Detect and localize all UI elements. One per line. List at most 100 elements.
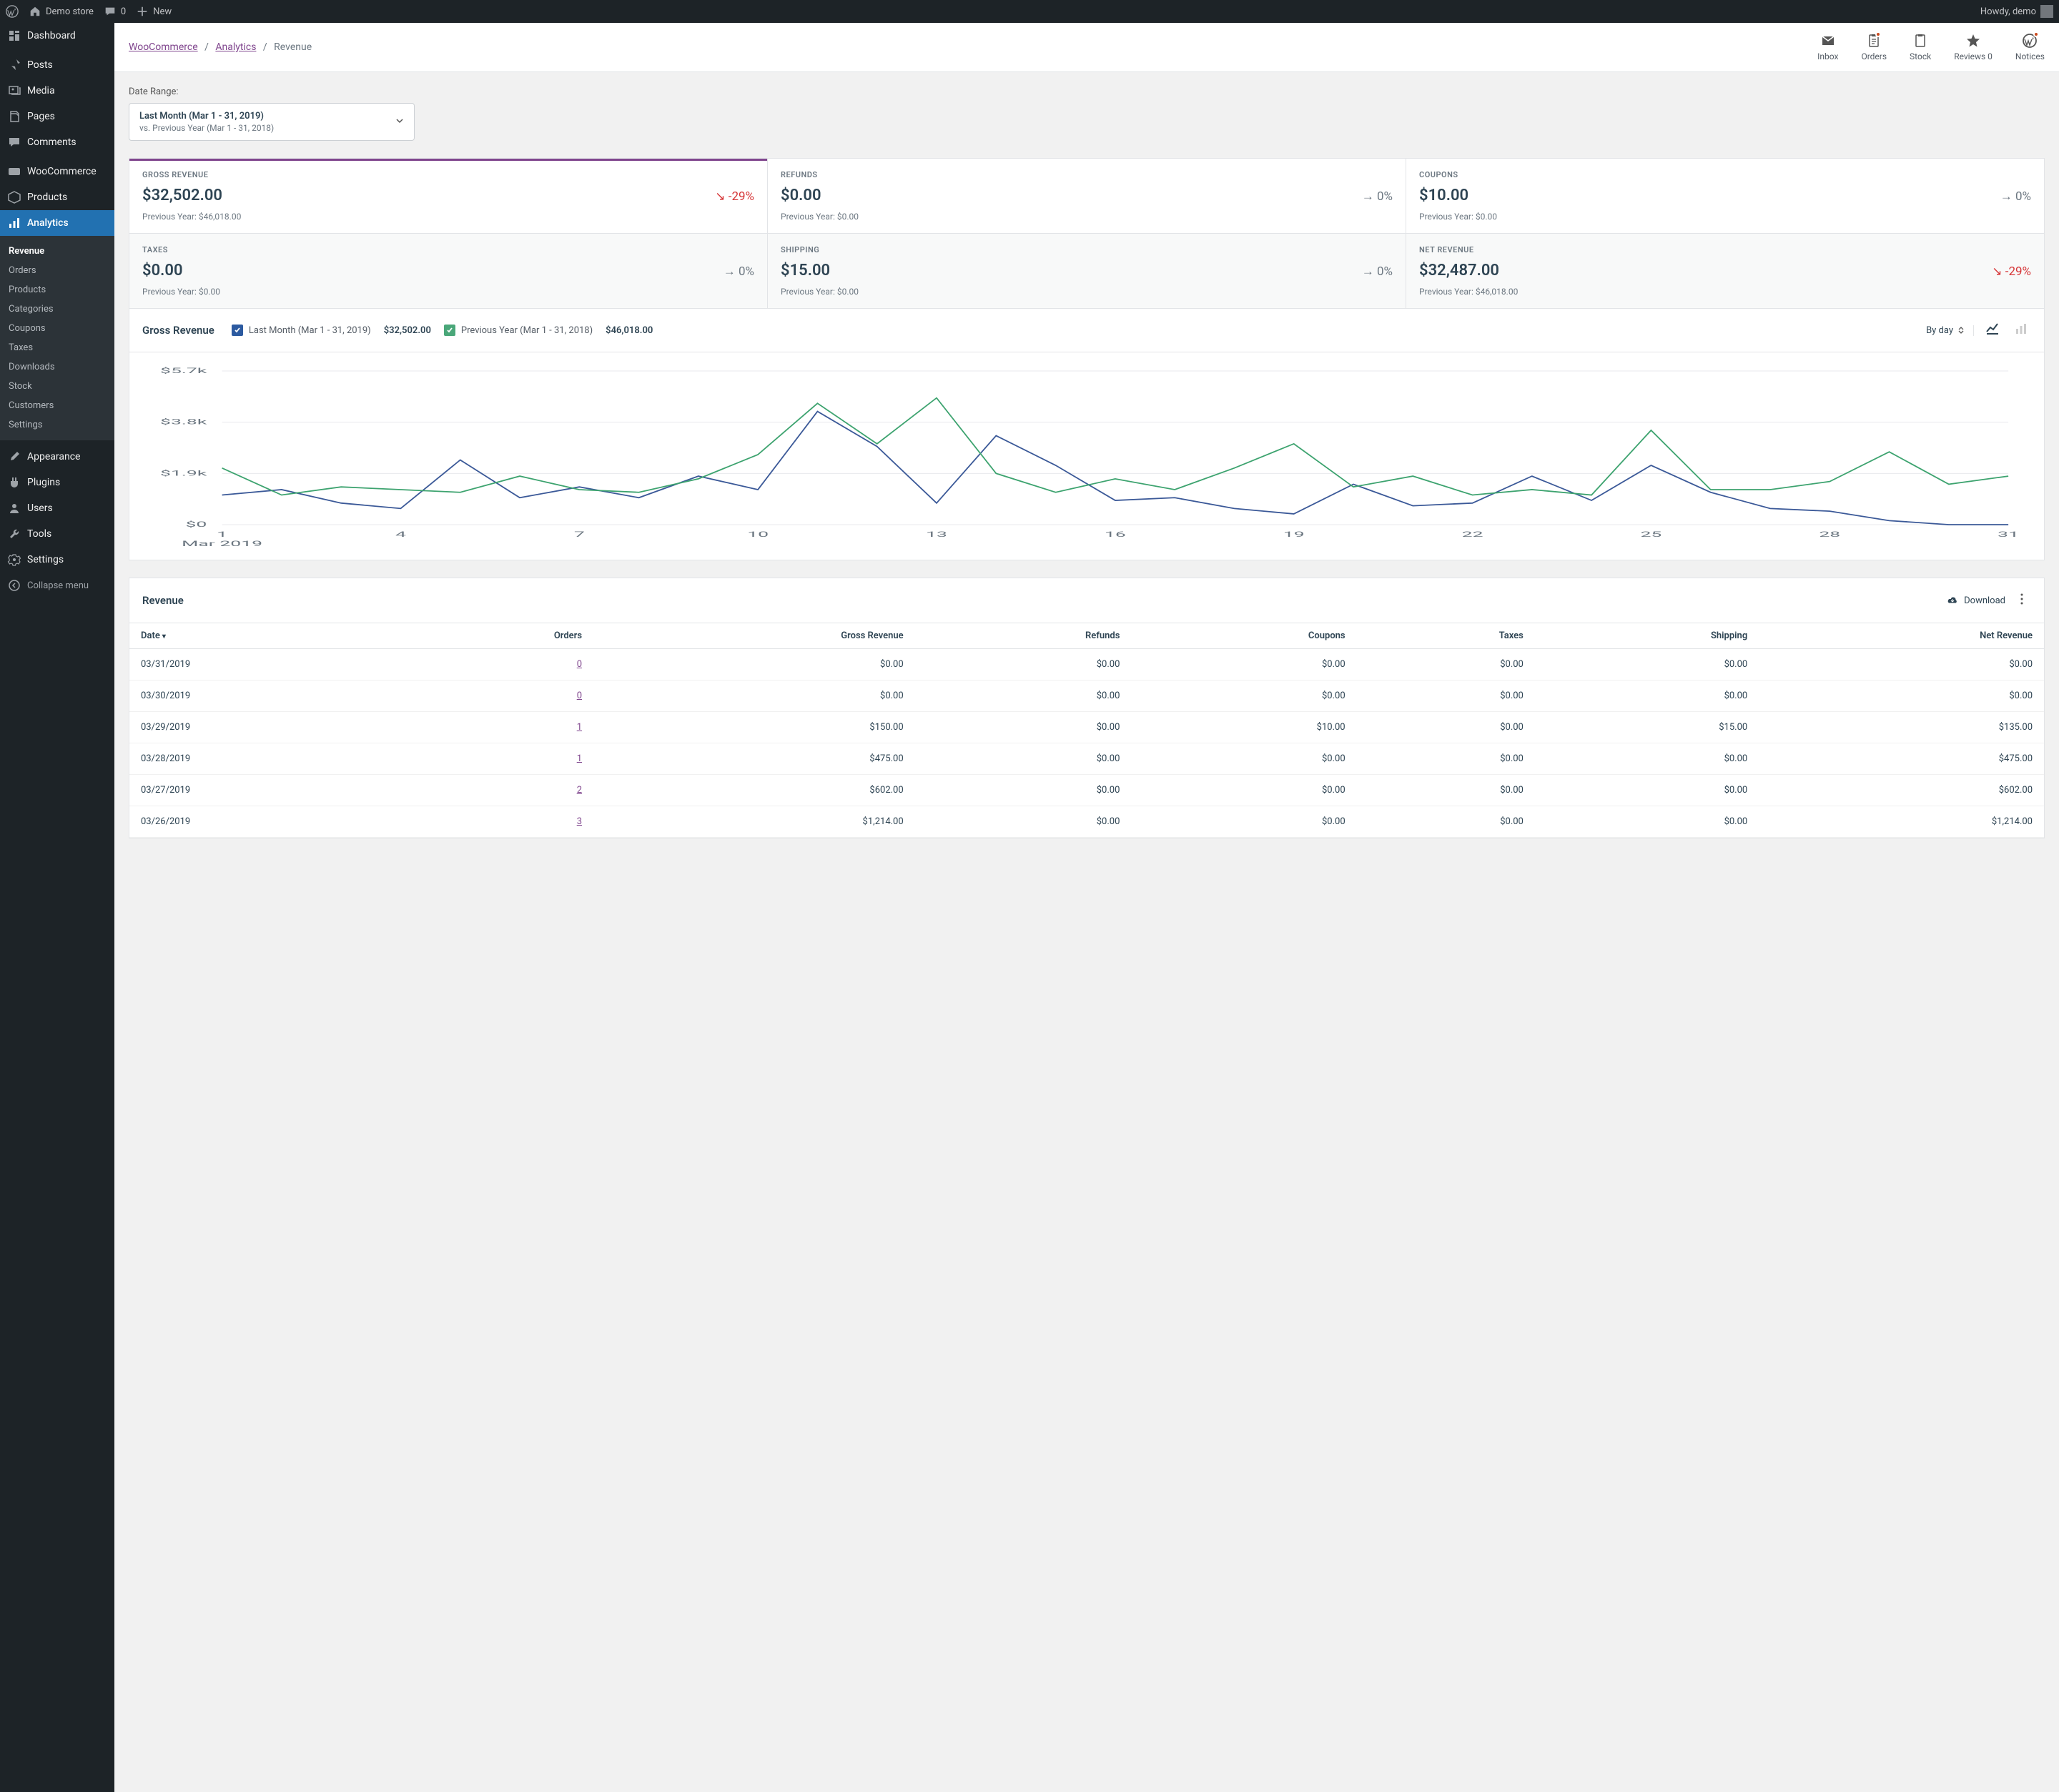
- brush-icon: [7, 450, 21, 464]
- submenu-item-settings[interactable]: Settings: [0, 415, 114, 435]
- interval-selector[interactable]: By day: [1926, 325, 1974, 336]
- svg-text:28: 28: [1819, 530, 1840, 539]
- cell-coupons: $0.00: [1131, 680, 1356, 712]
- legend-prev[interactable]: Previous Year (Mar 1 - 31, 2018) $46,018…: [444, 325, 653, 336]
- sidebar-item-products[interactable]: Products: [0, 184, 114, 210]
- sidebar-item-pages[interactable]: Pages: [0, 104, 114, 129]
- sidebar-item-plugins[interactable]: Plugins: [0, 470, 114, 495]
- stat-prev: Previous Year: $46,018.00: [142, 212, 754, 222]
- stat-grid: GROSS REVENUE $32,502.00↘ -29% Previous …: [129, 158, 2045, 309]
- howdy-link[interactable]: Howdy, demo: [1980, 5, 2053, 18]
- wp-logo[interactable]: [6, 5, 19, 18]
- sidebar-item-media[interactable]: Media: [0, 78, 114, 104]
- pin-icon: [7, 58, 21, 72]
- stat-title: REFUNDS: [781, 170, 1393, 179]
- svg-text:16: 16: [1105, 530, 1126, 539]
- more-options-button[interactable]: [2013, 590, 2031, 611]
- cell-coupons: $0.00: [1131, 649, 1356, 680]
- svg-text:22: 22: [1462, 530, 1483, 539]
- line-chart-button[interactable]: [1983, 319, 2003, 342]
- table-header-taxes[interactable]: Taxes: [1357, 623, 1535, 649]
- submenu-item-coupons[interactable]: Coupons: [0, 319, 114, 338]
- stat-card-taxes[interactable]: TAXES $0.00→ 0% Previous Year: $0.00: [129, 234, 767, 308]
- top-action-reviews-0[interactable]: Reviews 0: [1954, 33, 1993, 61]
- orders-link[interactable]: 0: [577, 659, 582, 670]
- stat-delta: ↘ -29%: [1992, 264, 2031, 279]
- download-button[interactable]: Download: [1945, 593, 2005, 608]
- cell-net: $602.00: [1759, 775, 2044, 806]
- comments-link[interactable]: 0: [104, 5, 126, 18]
- stat-card-refunds[interactable]: REFUNDS $0.00→ 0% Previous Year: $0.00: [768, 159, 1406, 233]
- submenu-item-products[interactable]: Products: [0, 280, 114, 300]
- submenu-item-categories[interactable]: Categories: [0, 300, 114, 319]
- legend-current[interactable]: Last Month (Mar 1 - 31, 2019) $32,502.00: [232, 325, 431, 336]
- sidebar-item-comments[interactable]: Comments: [0, 129, 114, 155]
- chevron-down-icon: [395, 117, 404, 128]
- plugin-icon: [7, 475, 21, 490]
- legend-current-label: Last Month (Mar 1 - 31, 2019): [249, 325, 371, 336]
- table-header-row: Date▾OrdersGross RevenueRefundsCouponsTa…: [129, 623, 2044, 649]
- stat-card-gross-revenue[interactable]: GROSS REVENUE $32,502.00↘ -29% Previous …: [129, 159, 767, 233]
- sidebar-item-appearance[interactable]: Appearance: [0, 444, 114, 470]
- howdy-text: Howdy, demo: [1980, 6, 2036, 17]
- table-header-refunds[interactable]: Refunds: [915, 623, 1132, 649]
- table-header-date[interactable]: Date▾: [129, 623, 402, 649]
- sidebar-item-analytics[interactable]: Analytics: [0, 210, 114, 236]
- top-action-notices[interactable]: Notices: [2015, 33, 2045, 61]
- sidebar-item-posts[interactable]: Posts: [0, 52, 114, 78]
- admin-bar: Demo store 0 New Howdy, demo: [0, 0, 2059, 23]
- top-action-orders[interactable]: Orders: [1861, 33, 1887, 61]
- revenue-table: Date▾OrdersGross RevenueRefundsCouponsTa…: [129, 623, 2044, 838]
- breadcrumb-analytics[interactable]: Analytics: [215, 41, 256, 53]
- table-header-coupons[interactable]: Coupons: [1131, 623, 1356, 649]
- date-range-picker[interactable]: Last Month (Mar 1 - 31, 2019) vs. Previo…: [129, 103, 415, 141]
- submenu-item-taxes[interactable]: Taxes: [0, 338, 114, 357]
- submenu-item-orders[interactable]: Orders: [0, 261, 114, 280]
- collapse-menu[interactable]: Collapse menu: [0, 573, 114, 598]
- orders-link[interactable]: 2: [577, 785, 582, 796]
- top-action-stock[interactable]: Stock: [1910, 33, 1931, 61]
- stat-value: $0.00: [142, 262, 183, 279]
- stat-card-shipping[interactable]: SHIPPING $15.00→ 0% Previous Year: $0.00: [768, 234, 1406, 308]
- stat-card-net-revenue[interactable]: NET REVENUE $32,487.00↘ -29% Previous Ye…: [1406, 234, 2044, 308]
- cell-date: 03/29/2019: [129, 712, 402, 743]
- submenu-item-customers[interactable]: Customers: [0, 396, 114, 415]
- svg-text:$1.9k: $1.9k: [160, 469, 207, 477]
- table-header-net-revenue[interactable]: Net Revenue: [1759, 623, 2044, 649]
- sidebar-item-settings[interactable]: Settings: [0, 547, 114, 573]
- breadcrumb-woocommerce[interactable]: WooCommerce: [129, 41, 198, 53]
- submenu-item-downloads[interactable]: Downloads: [0, 357, 114, 377]
- cell-orders: 0: [402, 680, 593, 712]
- new-link[interactable]: New: [136, 5, 172, 18]
- stat-value: $15.00: [781, 262, 830, 279]
- cell-shipping: $0.00: [1535, 680, 1759, 712]
- stat-value: $32,502.00: [142, 187, 222, 204]
- avatar: [2040, 5, 2053, 18]
- orders-link[interactable]: 3: [577, 816, 582, 827]
- top-action-inbox[interactable]: Inbox: [1817, 33, 1838, 61]
- sidebar-item-users[interactable]: Users: [0, 495, 114, 521]
- checkbox-prev: [444, 325, 455, 336]
- bar-chart-button[interactable]: [2011, 319, 2031, 342]
- cell-coupons: $0.00: [1131, 775, 1356, 806]
- stat-value: $10.00: [1419, 187, 1468, 204]
- sidebar-item-woocommerce[interactable]: WooCommerce: [0, 159, 114, 184]
- table-header-shipping[interactable]: Shipping: [1535, 623, 1759, 649]
- table-header-orders[interactable]: Orders: [402, 623, 593, 649]
- sidebar-item-label: Media: [27, 85, 55, 96]
- sidebar-item-tools[interactable]: Tools: [0, 521, 114, 547]
- stat-card-coupons[interactable]: COUPONS $10.00→ 0% Previous Year: $0.00: [1406, 159, 2044, 233]
- cell-net: $0.00: [1759, 680, 2044, 712]
- submenu-item-revenue[interactable]: Revenue: [0, 242, 114, 261]
- cell-shipping: $0.00: [1535, 806, 1759, 838]
- stat-title: SHIPPING: [781, 245, 1393, 254]
- cell-taxes: $0.00: [1357, 806, 1535, 838]
- site-name-link[interactable]: Demo store: [29, 5, 94, 18]
- orders-link[interactable]: 1: [577, 753, 582, 764]
- sidebar-item-dashboard[interactable]: Dashboard: [0, 23, 114, 49]
- table-header-gross-revenue[interactable]: Gross Revenue: [593, 623, 915, 649]
- submenu-item-stock[interactable]: Stock: [0, 377, 114, 396]
- orders-link[interactable]: 1: [577, 722, 582, 733]
- orders-link[interactable]: 0: [577, 690, 582, 701]
- cell-refunds: $0.00: [915, 680, 1132, 712]
